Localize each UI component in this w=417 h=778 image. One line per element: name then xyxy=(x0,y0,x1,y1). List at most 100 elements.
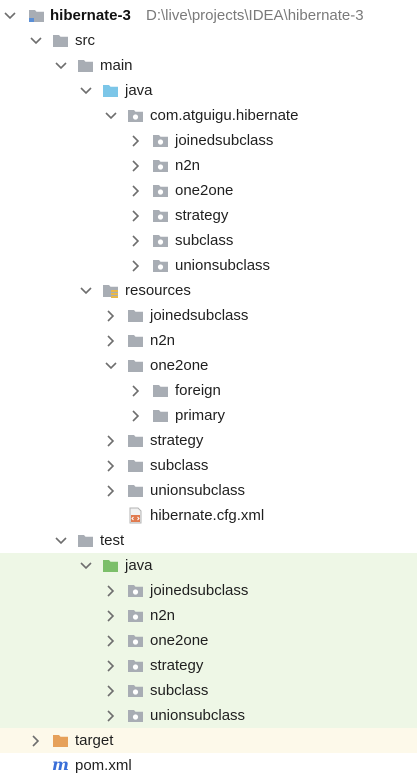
tree-row-main-java[interactable]: java xyxy=(0,78,417,103)
tree-row-pkg-item[interactable]: strategy xyxy=(0,203,417,228)
tree-label: one2one xyxy=(150,632,209,649)
tree-label: unionsubclass xyxy=(175,257,271,274)
chevron-down-icon[interactable] xyxy=(103,358,119,374)
folder-icon xyxy=(77,57,94,74)
chevron-right-icon[interactable] xyxy=(28,733,44,749)
excluded-folder-icon xyxy=(52,732,69,749)
tree-row-test-item[interactable]: one2one xyxy=(0,628,417,653)
chevron-right-icon[interactable] xyxy=(128,158,144,174)
package-icon xyxy=(152,207,169,224)
tree-row-test-item[interactable]: joinedsubclass xyxy=(0,578,417,603)
chevron-right-icon[interactable] xyxy=(103,583,119,599)
tree-row-res-item[interactable]: one2one xyxy=(0,353,417,378)
package-icon xyxy=(152,182,169,199)
package-icon xyxy=(152,132,169,149)
chevron-right-icon[interactable] xyxy=(103,333,119,349)
tree-row-package[interactable]: com.atguigu.hibernate xyxy=(0,103,417,128)
project-path: D:\live\projects\IDEA\hibernate-3 xyxy=(146,7,364,24)
chevron-down-icon[interactable] xyxy=(28,33,44,49)
chevron-right-icon[interactable] xyxy=(128,383,144,399)
chevron-right-icon[interactable] xyxy=(103,458,119,474)
tree-label: pom.xml xyxy=(75,757,132,774)
tree-label: one2one xyxy=(175,182,234,199)
chevron-down-icon[interactable] xyxy=(78,558,94,574)
tree-row-res-item[interactable]: subclass xyxy=(0,453,417,478)
tree-label: test xyxy=(100,532,125,549)
tree-row-test-item[interactable]: n2n xyxy=(0,603,417,628)
tree-label: resources xyxy=(125,282,191,299)
tree-row-pom[interactable]: m pom.xml xyxy=(0,753,417,778)
chevron-right-icon[interactable] xyxy=(128,208,144,224)
folder-icon xyxy=(127,357,144,374)
folder-icon xyxy=(127,307,144,324)
tree-label: n2n xyxy=(150,607,176,624)
chevron-right-icon[interactable] xyxy=(128,233,144,249)
chevron-right-icon[interactable] xyxy=(128,183,144,199)
chevron-down-icon[interactable] xyxy=(53,58,69,74)
tree-row-pkg-item[interactable]: subclass xyxy=(0,228,417,253)
tree-row-main[interactable]: main xyxy=(0,53,417,78)
chevron-down-icon[interactable] xyxy=(78,83,94,99)
chevron-right-icon[interactable] xyxy=(103,483,119,499)
folder-icon xyxy=(127,432,144,449)
tree-row-test-item[interactable]: unionsubclass xyxy=(0,703,417,728)
package-icon xyxy=(152,257,169,274)
tree-row-res-item[interactable]: n2n xyxy=(0,328,417,353)
chevron-right-icon[interactable] xyxy=(128,258,144,274)
chevron-down-icon[interactable] xyxy=(53,533,69,549)
tree-row-test-java[interactable]: java xyxy=(0,553,417,578)
chevron-right-icon[interactable] xyxy=(128,408,144,424)
chevron-right-icon[interactable] xyxy=(128,133,144,149)
tree-label: strategy xyxy=(150,432,204,449)
chevron-down-icon[interactable] xyxy=(103,108,119,124)
chevron-down-icon[interactable] xyxy=(2,8,18,24)
tree-label: primary xyxy=(175,407,226,424)
tree-label: strategy xyxy=(150,657,204,674)
source-folder-icon xyxy=(102,82,119,99)
tree-label: java xyxy=(125,557,153,574)
tree-row-config-file[interactable]: hibernate.cfg.xml xyxy=(0,503,417,528)
chevron-right-icon[interactable] xyxy=(103,633,119,649)
package-icon xyxy=(152,232,169,249)
folder-icon xyxy=(77,532,94,549)
tree-row-target[interactable]: target xyxy=(0,728,417,753)
tree-row-pkg-item[interactable]: n2n xyxy=(0,153,417,178)
tree-row-pkg-item[interactable]: one2one xyxy=(0,178,417,203)
chevron-down-icon[interactable] xyxy=(78,283,94,299)
folder-icon xyxy=(52,32,69,49)
folder-icon xyxy=(152,407,169,424)
chevron-right-icon[interactable] xyxy=(103,708,119,724)
tree-row-pkg-item[interactable]: unionsubclass xyxy=(0,253,417,278)
tree-label: one2one xyxy=(150,357,209,374)
xml-file-icon xyxy=(127,507,144,524)
project-name: hibernate-3 xyxy=(50,7,131,24)
tree-row-test[interactable]: test xyxy=(0,528,417,553)
folder-icon xyxy=(127,332,144,349)
tree-row-resources[interactable]: resources xyxy=(0,278,417,303)
chevron-right-icon[interactable] xyxy=(103,683,119,699)
tree-label: target xyxy=(75,732,114,749)
folder-icon xyxy=(127,457,144,474)
tree-label: unionsubclass xyxy=(150,707,246,724)
chevron-right-icon[interactable] xyxy=(103,658,119,674)
tree-label: java xyxy=(125,82,153,99)
tree-row-test-item[interactable]: strategy xyxy=(0,653,417,678)
tree-row-src[interactable]: src xyxy=(0,28,417,53)
tree-row-project[interactable]: hibernate-3 D:\live\projects\IDEA\hibern… xyxy=(0,3,417,28)
tree-row-res-subitem[interactable]: foreign xyxy=(0,378,417,403)
tree-row-res-item[interactable]: strategy xyxy=(0,428,417,453)
package-icon xyxy=(127,107,144,124)
maven-icon: m xyxy=(52,755,69,774)
tree-label: n2n xyxy=(175,157,201,174)
tree-label: strategy xyxy=(175,207,229,224)
chevron-right-icon[interactable] xyxy=(103,608,119,624)
tree-row-res-item[interactable]: unionsubclass xyxy=(0,478,417,503)
chevron-right-icon[interactable] xyxy=(103,433,119,449)
resources-folder-icon xyxy=(102,282,119,299)
chevron-right-icon[interactable] xyxy=(103,308,119,324)
tree-row-res-subitem[interactable]: primary xyxy=(0,403,417,428)
tree-row-res-item[interactable]: joinedsubclass xyxy=(0,303,417,328)
tree-row-test-item[interactable]: subclass xyxy=(0,678,417,703)
tree-row-pkg-item[interactable]: joinedsubclass xyxy=(0,128,417,153)
tree-label: joinedsubclass xyxy=(150,582,249,599)
